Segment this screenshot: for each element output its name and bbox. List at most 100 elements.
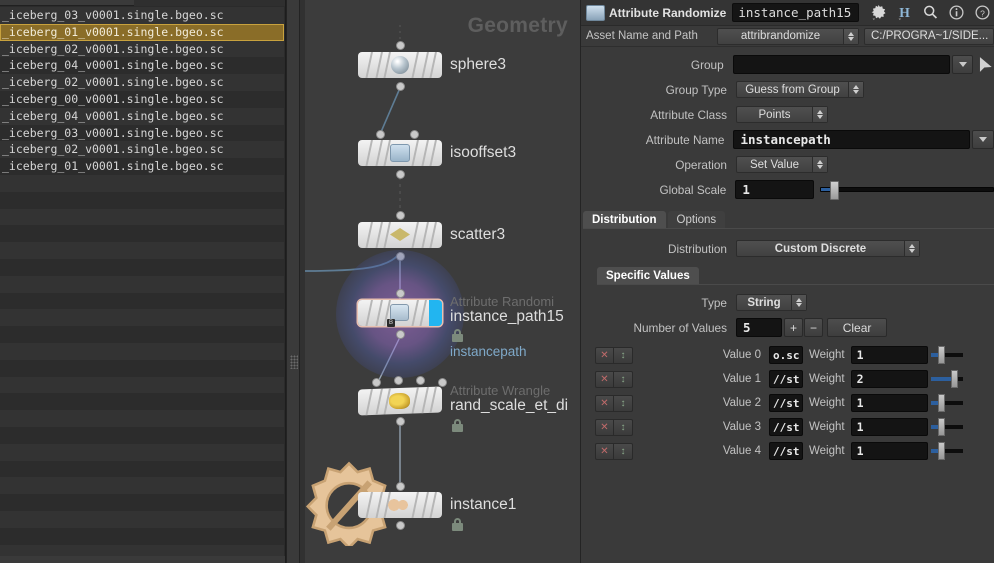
remove-row-button[interactable]: ✕: [595, 370, 614, 388]
tab-options[interactable]: Options: [667, 211, 726, 229]
value-input[interactable]: //st: [769, 418, 803, 436]
move-row-button[interactable]: ↕: [614, 418, 633, 436]
file-list-item[interactable]: _iceberg_00_v0001.single.bgeo.sc: [0, 90, 284, 108]
file-list-item[interactable]: _iceberg_01_v0001.single.bgeo.sc: [0, 158, 284, 175]
file-list-item[interactable]: _iceberg_02_v0001.single.bgeo.sc: [0, 141, 284, 159]
search-icon[interactable]: [922, 4, 939, 21]
clear-values-button[interactable]: Clear: [827, 318, 888, 337]
gear-icon[interactable]: [870, 4, 887, 21]
node-input-port-4[interactable]: [438, 378, 447, 387]
move-row-button[interactable]: ↕: [614, 346, 633, 364]
operation-menu[interactable]: Set Value: [736, 156, 828, 173]
node-output-port[interactable]: [396, 170, 405, 179]
weight-input[interactable]: 1: [850, 346, 928, 364]
weight-slider[interactable]: [930, 370, 963, 388]
weight-slider[interactable]: [930, 394, 963, 412]
number-of-values-input[interactable]: 5: [736, 318, 782, 337]
distribution-menu[interactable]: Custom Discrete: [736, 240, 920, 257]
node-input-port[interactable]: [396, 482, 405, 491]
asset-name-spinner[interactable]: [843, 28, 858, 44]
node-input-port[interactable]: [372, 378, 381, 387]
operation-spinner[interactable]: [812, 157, 827, 172]
asset-path-menu[interactable]: C:/PROGRA~1/SIDE...: [864, 27, 994, 45]
remove-row-button[interactable]: ✕: [595, 394, 614, 412]
global-scale-track[interactable]: [820, 181, 994, 200]
attribute-name-dropdown-button[interactable]: [972, 130, 994, 149]
node-body[interactable]: [358, 492, 442, 518]
move-row-button[interactable]: ↕: [614, 442, 633, 460]
remove-value-button[interactable]: −: [804, 318, 824, 337]
value-input[interactable]: //st: [769, 394, 803, 412]
group-dropdown-button[interactable]: [951, 55, 974, 74]
info-icon[interactable]: [948, 4, 965, 21]
file-list-item[interactable]: _iceberg_03_v0001.single.bgeo.sc: [0, 124, 284, 142]
file-list-item[interactable]: _iceberg_01_v0001.single.bgeo.sc: [0, 23, 284, 41]
type-spinner[interactable]: [791, 295, 806, 310]
houdini-h-icon[interactable]: H: [896, 4, 913, 21]
move-row-button[interactable]: ↕: [614, 394, 633, 412]
file-list-item[interactable]: _iceberg_04_v0001.single.bgeo.sc: [0, 107, 284, 125]
node-body[interactable]: [358, 386, 442, 416]
weight-slider-handle[interactable]: [938, 394, 946, 412]
asset-name-menu[interactable]: attribrandomize: [717, 27, 859, 45]
node-input-port-2[interactable]: [410, 130, 419, 139]
node-body[interactable]: [358, 222, 442, 248]
weight-input[interactable]: 1: [850, 442, 928, 460]
node-input-port[interactable]: [396, 211, 405, 220]
node-output-port[interactable]: [396, 82, 405, 91]
node-display-flag[interactable]: [429, 300, 442, 326]
global-scale-slider[interactable]: [820, 181, 994, 200]
node-output-port[interactable]: [396, 330, 405, 339]
file-list-item[interactable]: _iceberg_04_v0001.single.bgeo.sc: [0, 57, 284, 75]
weight-input[interactable]: 1: [850, 418, 928, 436]
tab-distribution[interactable]: Distribution: [583, 211, 666, 229]
weight-slider-handle[interactable]: [950, 370, 958, 388]
file-list[interactable]: _iceberg_03_v0001.single.bgeo.sc _iceberg…: [0, 7, 284, 562]
distribution-spinner[interactable]: [904, 241, 919, 256]
node-input-port[interactable]: [396, 289, 405, 298]
remove-row-button[interactable]: ✕: [595, 442, 614, 460]
node-body[interactable]: B: [358, 300, 442, 327]
weight-slider-handle[interactable]: [938, 346, 946, 364]
attribute-class-menu[interactable]: Points: [736, 106, 828, 123]
global-scale-handle[interactable]: [830, 181, 840, 200]
node-input-port[interactable]: [376, 130, 385, 139]
attribute-class-spinner[interactable]: [812, 107, 827, 122]
group-input[interactable]: [732, 55, 950, 74]
group-type-menu[interactable]: Guess from Group: [736, 81, 864, 98]
remove-row-button[interactable]: ✕: [595, 418, 614, 436]
help-icon[interactable]: ?: [974, 4, 991, 21]
weight-slider[interactable]: [930, 442, 963, 460]
file-list-item[interactable]: _iceberg_02_v0001.single.bgeo.sc: [0, 40, 284, 58]
weight-slider[interactable]: [930, 418, 963, 436]
value-input[interactable]: //st: [769, 370, 803, 388]
operator-name-input[interactable]: instance_path15: [732, 3, 859, 22]
type-menu[interactable]: String: [736, 294, 807, 311]
attribute-name-input[interactable]: instancepath: [733, 130, 971, 149]
weight-slider-handle[interactable]: [938, 442, 946, 460]
node-output-port[interactable]: [396, 417, 405, 426]
node-body[interactable]: [358, 52, 442, 78]
value-input[interactable]: //st: [769, 442, 803, 460]
remove-row-button[interactable]: ✕: [595, 346, 614, 364]
global-scale-input[interactable]: 1: [735, 180, 814, 199]
file-list-item[interactable]: _iceberg_03_v0001.single.bgeo.sc: [0, 7, 284, 24]
node-input-port[interactable]: [396, 41, 405, 50]
weight-input[interactable]: 1: [850, 394, 928, 412]
splitter-grip-icon[interactable]: [290, 355, 298, 369]
node-input-port-2[interactable]: [394, 376, 403, 385]
weight-slider[interactable]: [930, 346, 963, 364]
node-output-port[interactable]: [396, 521, 405, 530]
group-type-spinner[interactable]: [848, 82, 863, 97]
move-row-button[interactable]: ↕: [614, 370, 633, 388]
weight-input[interactable]: 2: [850, 370, 928, 388]
group-select-arrow-icon[interactable]: [978, 56, 994, 74]
add-value-button[interactable]: +: [784, 318, 804, 337]
weight-slider-handle[interactable]: [938, 418, 946, 436]
node-input-port-3[interactable]: [416, 376, 425, 385]
subtab-specific-values[interactable]: Specific Values: [597, 267, 699, 285]
value-input[interactable]: o.sc: [769, 346, 803, 364]
node-body[interactable]: [358, 140, 442, 166]
pane-splitter[interactable]: [286, 0, 300, 563]
file-list-item[interactable]: _iceberg_02_v0001.single.bgeo.sc: [0, 74, 284, 91]
